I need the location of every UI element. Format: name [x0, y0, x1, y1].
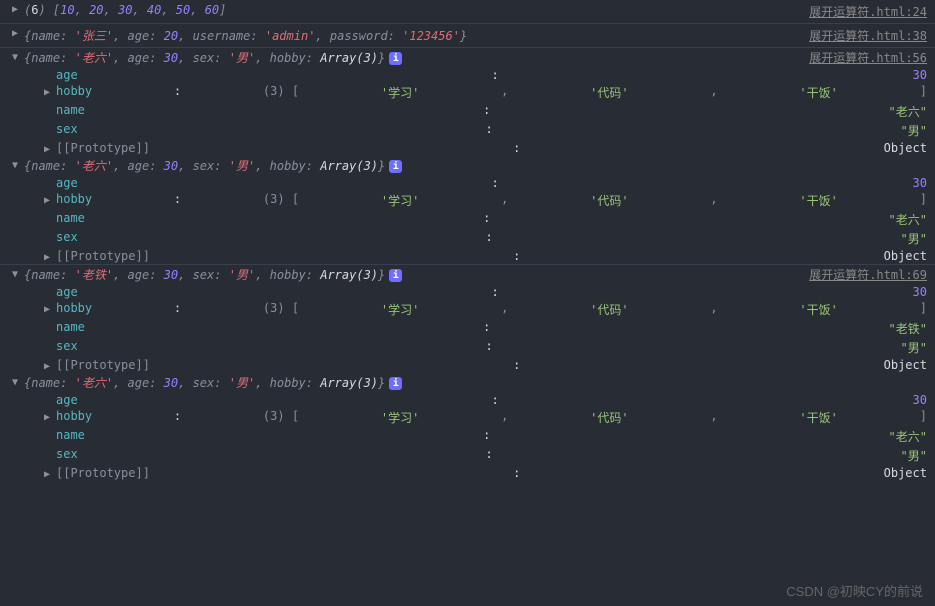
object-property: age: 30	[0, 284, 935, 300]
log-entry-object-expanded[interactable]: {name: '老六', age: 30, sex: '男', hobby: A…	[0, 48, 935, 67]
object-property: sex: "男"	[0, 446, 935, 465]
log-entry-object-expanded[interactable]: {name: '老六', age: 30, sex: '男', hobby: A…	[0, 373, 935, 392]
expand-arrow-icon[interactable]	[44, 361, 50, 372]
value: 张三	[82, 29, 106, 43]
info-icon[interactable]: i	[389, 269, 402, 282]
object-property-hobby[interactable]: hobby: (3) ['学习', '代码', '干饭']	[0, 191, 935, 210]
source-link[interactable]: 展开运算符.html:24	[809, 3, 927, 20]
expand-arrow-icon[interactable]	[44, 195, 50, 206]
object-property-hobby[interactable]: hobby: (3) ['学习', '代码', '干饭']	[0, 408, 935, 427]
key: username	[193, 29, 251, 43]
info-icon[interactable]: i	[389, 52, 402, 65]
object-property: sex: "男"	[0, 121, 935, 140]
object-prototype[interactable]: [[Prototype]]: Object	[0, 140, 935, 156]
object-property: name: "老六"	[0, 427, 935, 446]
collapse-arrow-icon[interactable]	[12, 377, 18, 388]
array-item: 50	[176, 3, 190, 17]
source-link[interactable]: 展开运算符.html:69	[809, 266, 927, 283]
collapse-arrow-icon[interactable]	[12, 269, 18, 280]
key: age	[128, 29, 150, 43]
source-link[interactable]: 展开运算符.html:56	[809, 49, 927, 66]
object-property: sex: "男"	[0, 229, 935, 248]
expand-arrow-icon[interactable]	[12, 4, 18, 15]
object-property-hobby[interactable]: hobby: (3) ['学习', '代码', '干饭']	[0, 83, 935, 102]
expand-arrow-icon[interactable]	[44, 144, 50, 155]
value: admin	[272, 29, 308, 43]
array-item: 10	[60, 3, 74, 17]
expand-arrow-icon[interactable]	[44, 412, 50, 423]
object-prototype[interactable]: [[Prototype]]: Object	[0, 357, 935, 373]
watermark: CSDN @初映CY的前说	[786, 581, 923, 600]
key: password	[330, 29, 388, 43]
array-item: 40	[147, 3, 161, 17]
expand-arrow-icon[interactable]	[44, 304, 50, 315]
object-property: sex: "男"	[0, 338, 935, 357]
console-panel: (6) [10, 20, 30, 40, 50, 60] 展开运算符.html:…	[0, 0, 935, 481]
source-link[interactable]: 展开运算符.html:38	[809, 27, 927, 44]
object-prototype[interactable]: [[Prototype]]: Object	[0, 248, 935, 264]
collapse-arrow-icon[interactable]	[12, 160, 18, 171]
key: name	[31, 29, 60, 43]
log-entry-object[interactable]: {name: '张三', age: 20, username: 'admin',…	[0, 24, 935, 48]
array-item: 30	[118, 3, 132, 17]
object-property: name: "老六"	[0, 102, 935, 121]
array-item: 60	[205, 3, 219, 17]
expand-arrow-icon[interactable]	[44, 469, 50, 480]
object-property: name: "老六"	[0, 210, 935, 229]
object-property: name: "老铁"	[0, 319, 935, 338]
expand-arrow-icon[interactable]	[12, 28, 18, 39]
object-property: age: 30	[0, 67, 935, 83]
info-icon[interactable]: i	[389, 160, 402, 173]
object-property: age: 30	[0, 175, 935, 191]
collapse-arrow-icon[interactable]	[12, 52, 18, 63]
log-entry-object-expanded[interactable]: {name: '老六', age: 30, sex: '男', hobby: A…	[0, 156, 935, 175]
log-entry-object-expanded[interactable]: {name: '老铁', age: 30, sex: '男', hobby: A…	[0, 265, 935, 284]
info-icon[interactable]: i	[389, 377, 402, 390]
value: 123456	[409, 29, 452, 43]
object-prototype[interactable]: [[Prototype]]: Object	[0, 465, 935, 481]
value: 20	[164, 29, 178, 43]
object-property: age: 30	[0, 392, 935, 408]
object-property-hobby[interactable]: hobby: (3) ['学习', '代码', '干饭']	[0, 300, 935, 319]
array-item: 20	[89, 3, 103, 17]
log-entry-array[interactable]: (6) [10, 20, 30, 40, 50, 60] 展开运算符.html:…	[0, 0, 935, 24]
expand-arrow-icon[interactable]	[44, 87, 50, 98]
expand-arrow-icon[interactable]	[44, 252, 50, 263]
